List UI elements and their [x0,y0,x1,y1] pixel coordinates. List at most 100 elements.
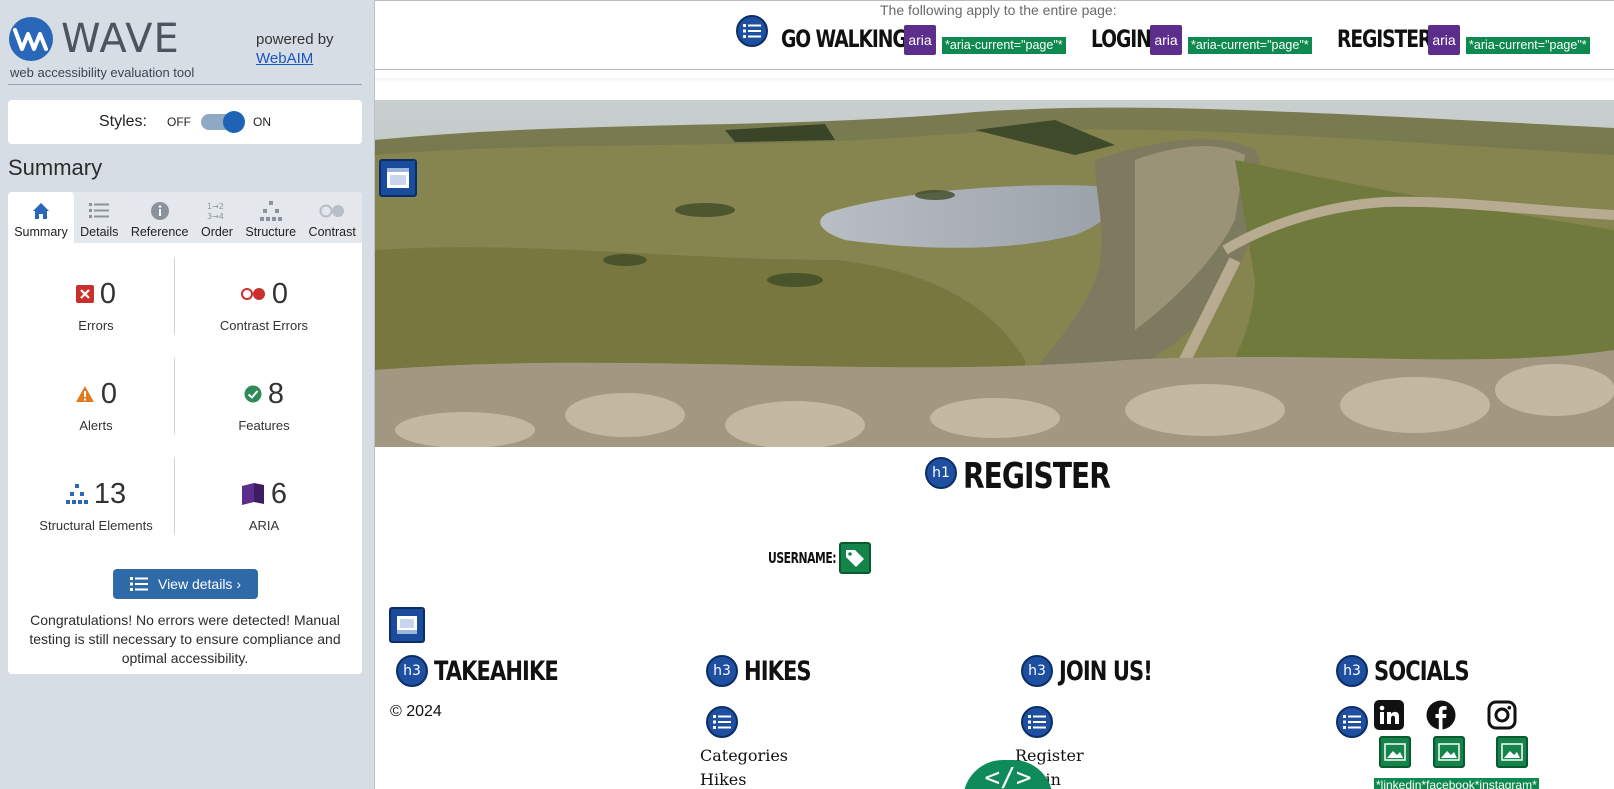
social-link-tags: *linkedin*facebook*instagram* [1374,778,1539,789]
aria-count: 6 [270,477,288,510]
alerts-count: 0 [100,377,118,410]
summary-heading: Summary [8,155,103,180]
nav-go-walking[interactable]: GO WALKING! [781,25,915,53]
wave-wordmark: WAVE [61,16,180,62]
tab-order[interactable]: 1→2 3→4 Order [195,192,239,243]
stat-aria[interactable]: 6 ARIA [184,476,344,560]
toggle-knob [223,111,245,133]
footer-region-icon[interactable] [389,607,425,643]
structural-label: Structural Elements [39,518,153,533]
features-label: Features [238,418,290,433]
footer-link-hikes[interactable]: Hikes [700,770,746,789]
main-region-icon[interactable] [379,159,417,197]
h1-icon[interactable]: h1 [925,457,957,489]
footer-title-takeahike: TAKEAHIKE [434,656,559,687]
footer-list-icon[interactable] [1021,706,1053,738]
list-icon [129,577,148,591]
view-details-label: View details › [157,576,241,592]
wave-subtitle: web accessibility evaluation tool [10,65,195,80]
aria-badge[interactable]: aria [1150,25,1182,55]
structural-count: 13 [93,477,127,510]
nav-list-icon[interactable] [736,15,768,47]
powered-by-text: powered by [256,31,334,48]
footer-title-socials: SOCIALS [1374,656,1470,687]
aria-badge[interactable]: aria [904,25,936,55]
page-preview: The following apply to the entire page: … [375,0,1614,789]
hero-image [375,100,1614,447]
form-label-icon[interactable] [839,542,871,574]
nav-register[interactable]: REGISTER [1337,25,1432,53]
stat-contrast-errors[interactable]: 0 Contrast Errors [184,276,344,360]
site-header: The following apply to the entire page: … [375,0,1614,70]
powered-by: powered by WebAIM [256,30,334,68]
footer-list-icon[interactable] [1336,706,1368,738]
footer-list-icon[interactable] [706,706,738,738]
tab-summary-label: Summary [14,225,68,239]
instagram-icon[interactable] [1487,700,1517,730]
tab-contrast[interactable]: Contrast [302,192,362,243]
alerts-label: Alerts [79,418,113,433]
summary-panel: Summary Details Reference 1→2 3→4 Order S… [8,192,362,674]
wave-sidebar: WAVE web accessibility evaluation tool p… [0,0,375,789]
page-wide-note: The following apply to the entire page: [880,2,1117,18]
tab-details[interactable]: Details [74,192,125,243]
tab-details-label: Details [80,225,119,239]
tab-reference-label: Reference [130,225,189,239]
tab-order-label: Order [200,225,233,239]
info-icon [150,202,169,220]
tab-summary[interactable]: Summary [8,192,74,243]
landscape-illustration [375,100,1614,447]
list-icon [89,203,110,218]
home-icon [32,203,49,219]
contrast-errors-label: Contrast Errors [219,318,309,333]
summary-stats: 0 Errors 0 Contrast Errors 0 Alerts 8 Fe… [8,256,362,546]
tab-contrast-label: Contrast [308,225,356,239]
styles-off-label: OFF [167,115,191,129]
username-label: USERNAME: [768,549,837,567]
linked-image-icon[interactable] [1379,736,1411,768]
tab-structure[interactable]: Structure [239,192,302,243]
structure-icon [259,201,282,221]
svg-text:3→4: 3→4 [207,212,224,221]
footer-link-categories[interactable]: Categories [700,746,788,765]
errors-label: Errors [78,318,114,333]
copyright: © 2024 [390,703,442,720]
tab-reference[interactable]: Reference [125,192,195,243]
stat-errors[interactable]: 0 Errors [16,276,176,360]
h3-icon[interactable]: h3 [1336,655,1368,687]
h3-icon[interactable]: h3 [706,655,738,687]
tab-structure-label: Structure [245,225,297,239]
linked-image-icon[interactable] [1496,736,1528,768]
wave-logo-icon [9,17,53,61]
h3-icon[interactable]: h3 [1021,655,1053,687]
aria-badge[interactable]: aria [1428,25,1460,55]
facebook-icon[interactable] [1426,700,1456,730]
nav-login[interactable]: LOGIN [1091,25,1152,53]
error-icon [75,285,94,303]
brand-divider [8,84,362,85]
alert-icon [75,386,94,402]
contrast-errors-count: 0 [271,277,289,310]
webaim-link[interactable]: WebAIM [256,49,334,68]
errors-count: 0 [99,277,117,310]
linked-image-icon[interactable] [1433,736,1465,768]
contrast-error-icon [240,288,265,300]
structural-icon [65,484,88,504]
styles-on-label: ON [253,115,271,129]
stat-structural[interactable]: 13 Structural Elements [16,476,176,560]
view-details-button[interactable]: View details › [113,569,258,599]
styles-toggle[interactable] [201,111,245,133]
linkedin-icon[interactable] [1374,700,1404,730]
styles-toggle-box: Styles: OFF ON [8,100,362,144]
aria-current-tag: *aria-current="page"* [1466,37,1590,54]
styles-label: Styles: [98,113,147,130]
congrats-message: Congratulations! No errors were detected… [29,612,341,666]
header-shadow [375,78,1614,82]
page-title: REGISTER [963,456,1111,497]
wave-tabs: Summary Details Reference 1→2 3→4 Order S… [8,192,362,243]
features-count: 8 [267,377,285,410]
stat-features[interactable]: 8 Features [184,376,344,460]
h3-icon[interactable]: h3 [396,655,428,687]
aria-book-icon [241,483,264,505]
stat-alerts[interactable]: 0 Alerts [16,376,176,460]
